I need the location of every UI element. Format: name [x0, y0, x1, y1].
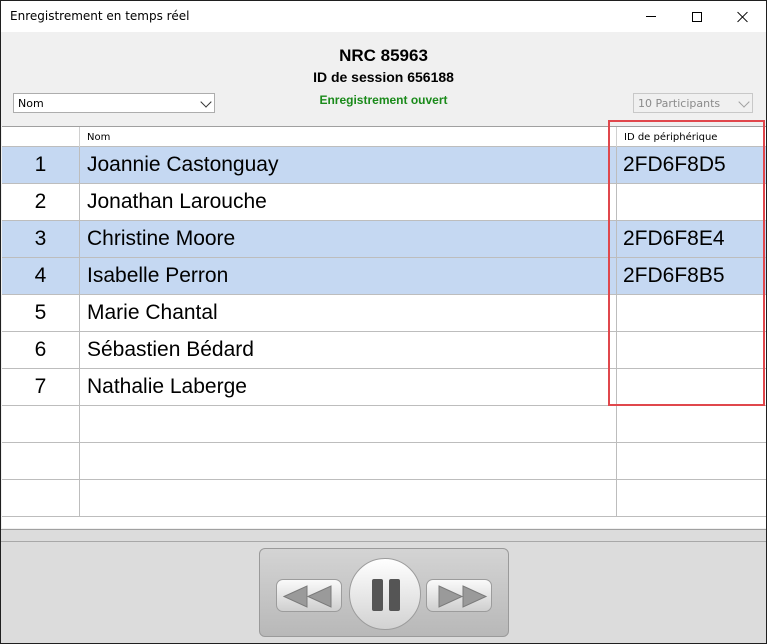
participant-name — [79, 480, 616, 516]
close-icon — [737, 11, 749, 23]
row-number: 3 — [34, 227, 47, 250]
close-button[interactable] — [720, 1, 766, 32]
device-id — [616, 184, 766, 220]
participant-name: Marie Chantal — [79, 295, 616, 331]
table-row[interactable]: 4 Isabelle Perron 2FD6F8B5 — [2, 258, 766, 295]
row-number: 2 — [34, 190, 47, 213]
maximize-icon — [692, 11, 702, 22]
participant-name — [79, 443, 616, 479]
device-id — [616, 406, 766, 442]
minimize-icon — [646, 16, 656, 17]
participants-dropdown: 10 Participants — [633, 93, 753, 113]
participant-name: Christine Moore — [79, 221, 616, 257]
minimize-button[interactable] — [628, 1, 674, 32]
device-id: 2FD6F8E4 — [616, 221, 766, 257]
participants-table: Nom ID de périphérique 1 Joannie Castongu… — [2, 126, 766, 528]
device-id — [616, 332, 766, 368]
playback-footer — [1, 529, 766, 643]
row-number: 4 — [34, 264, 47, 287]
row-number — [2, 406, 79, 442]
row-number: 7 — [34, 375, 47, 398]
participant-name: Nathalie Laberge — [79, 369, 616, 405]
chevron-down-icon — [738, 96, 750, 108]
nrc-title: NRC 85963 — [339, 46, 428, 65]
table-row[interactable]: 1 Joannie Castonguay 2FD6F8D5 — [2, 147, 766, 184]
row-number: 6 — [34, 338, 47, 361]
participant-name: Joannie Castonguay — [79, 147, 616, 183]
pause-icon — [372, 579, 400, 611]
table-row[interactable]: 7 Nathalie Laberge — [2, 369, 766, 406]
rewind-icon — [282, 585, 332, 608]
device-id: 2FD6F8D5 — [616, 147, 766, 183]
session-id: ID de session 656188 — [313, 69, 454, 85]
window-title: Enregistrement en temps réel — [10, 9, 190, 23]
column-header-name[interactable]: Nom — [79, 127, 616, 147]
device-id: 2FD6F8B5 — [616, 258, 766, 294]
table-row[interactable] — [2, 406, 766, 443]
sort-dropdown-value: Nom — [18, 96, 44, 110]
session-header: NRC 85963 ID de session 656188 Enregistr… — [1, 32, 766, 125]
rewind-button[interactable] — [276, 579, 342, 612]
app-window: Enregistrement en temps réel NRC 85963 I… — [0, 0, 767, 644]
table-row[interactable]: 2 Jonathan Larouche — [2, 184, 766, 221]
participant-name: Sébastien Bédard — [79, 332, 616, 368]
sort-dropdown[interactable]: Nom — [13, 93, 215, 113]
column-header-device-id[interactable]: ID de périphérique — [616, 127, 766, 147]
row-number: 1 — [34, 153, 47, 176]
pause-button[interactable] — [349, 558, 421, 630]
title-bar: Enregistrement en temps réel — [1, 1, 766, 32]
divider — [1, 541, 766, 542]
playback-controls — [259, 548, 509, 637]
table-row[interactable]: 3 Christine Moore 2FD6F8E4 — [2, 221, 766, 258]
row-number: 5 — [34, 301, 47, 324]
table-row[interactable]: 5 Marie Chantal — [2, 295, 766, 332]
chevron-down-icon — [200, 96, 212, 108]
table-row[interactable]: 6 Sébastien Bédard — [2, 332, 766, 369]
column-header-number[interactable] — [2, 127, 79, 147]
participants-dropdown-value: 10 Participants — [638, 96, 721, 110]
row-number — [2, 443, 79, 479]
participant-name: Jonathan Larouche — [79, 184, 616, 220]
device-id — [616, 369, 766, 405]
device-id — [616, 443, 766, 479]
table-row[interactable] — [2, 443, 766, 480]
device-id — [616, 480, 766, 516]
device-id — [616, 295, 766, 331]
row-number — [2, 480, 79, 516]
participant-name — [79, 406, 616, 442]
maximize-button[interactable] — [674, 1, 720, 32]
fast-forward-button[interactable] — [426, 579, 492, 612]
participant-name: Isabelle Perron — [79, 258, 616, 294]
fast-forward-icon — [438, 585, 488, 608]
table-row[interactable] — [2, 480, 766, 517]
table-header: Nom ID de périphérique — [2, 127, 766, 147]
